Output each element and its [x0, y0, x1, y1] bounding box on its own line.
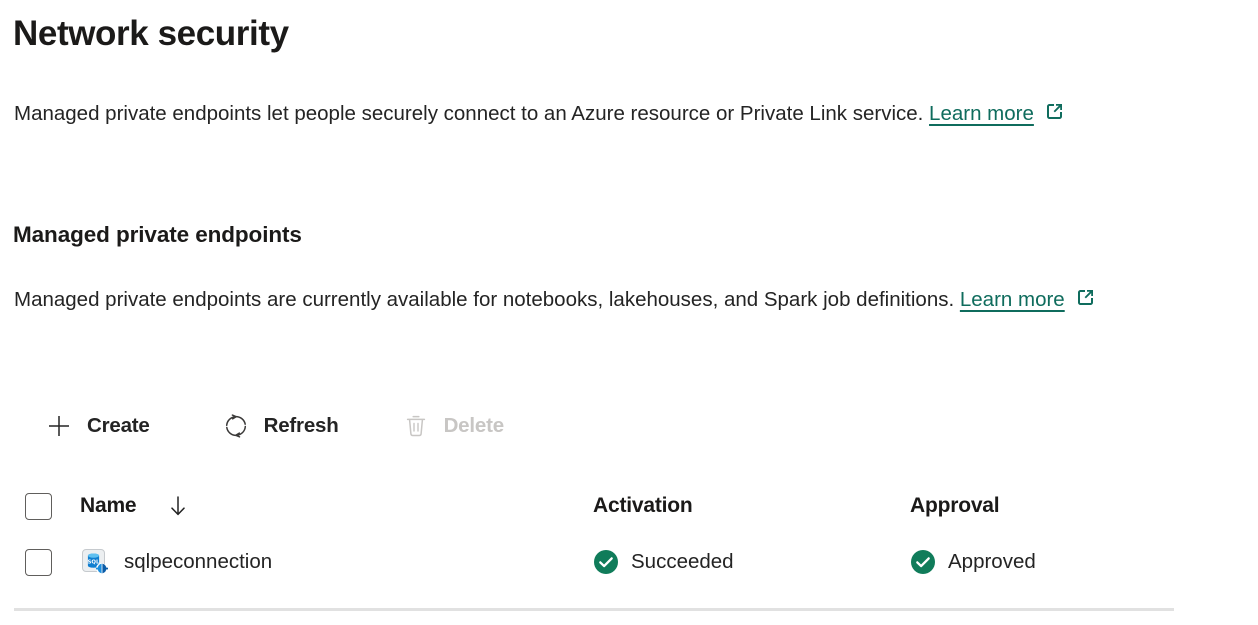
- column-header-activation-label: Activation: [593, 494, 693, 518]
- page-title: Network security: [13, 12, 289, 56]
- row-name-cell: SQL sqlpeconnection: [80, 547, 593, 577]
- row-approval-cell: Approved: [910, 549, 1230, 575]
- table-row[interactable]: SQL sqlpeconnection Succeeded: [0, 534, 1258, 590]
- page-description: Managed private endpoints let people sec…: [14, 93, 1174, 138]
- learn-more-link-top[interactable]: Learn more: [929, 102, 1034, 125]
- row-checkbox[interactable]: [25, 549, 52, 576]
- row-activation-label: Succeeded: [631, 550, 734, 574]
- delete-button-label: Delete: [444, 414, 504, 438]
- column-header-approval[interactable]: Approval: [910, 494, 1230, 518]
- arrow-down-icon[interactable]: [166, 493, 190, 519]
- refresh-button[interactable]: Refresh: [211, 405, 349, 447]
- create-button[interactable]: Create: [34, 405, 160, 447]
- external-link-icon-top[interactable]: [1042, 97, 1068, 138]
- row-approval-label: Approved: [948, 550, 1036, 574]
- checkmark-circle-icon-approval: [910, 549, 936, 575]
- external-link-icon-section[interactable]: [1073, 283, 1099, 324]
- row-name-label: sqlpeconnection: [124, 550, 272, 574]
- delete-button[interactable]: Delete: [391, 405, 514, 447]
- refresh-icon: [221, 411, 251, 441]
- section-description: Managed private endpoints are currently …: [14, 279, 1174, 324]
- select-all-checkbox[interactable]: [25, 493, 52, 520]
- row-select-cell: [0, 549, 80, 576]
- section-title: Managed private endpoints: [13, 219, 302, 251]
- column-header-activation[interactable]: Activation: [593, 494, 910, 518]
- trash-icon: [401, 411, 431, 441]
- select-all-cell: [0, 493, 80, 520]
- row-activation-cell: Succeeded: [593, 549, 910, 575]
- plus-icon: [44, 411, 74, 441]
- page-description-text: Managed private endpoints let people sec…: [14, 102, 929, 125]
- learn-more-link-section[interactable]: Learn more: [960, 288, 1065, 311]
- network-security-page: Network security Managed private endpoin…: [0, 0, 1258, 625]
- create-button-label: Create: [87, 414, 150, 438]
- table-header-row: Name Activation Approval: [0, 478, 1258, 534]
- column-header-approval-label: Approval: [910, 494, 999, 518]
- column-header-name[interactable]: Name: [80, 493, 593, 519]
- azure-sql-private-endpoint-icon: SQL: [80, 547, 110, 577]
- column-header-name-label: Name: [80, 494, 136, 518]
- checkmark-circle-icon-activation: [593, 549, 619, 575]
- managed-private-endpoints-table: Name Activation Approval: [0, 478, 1258, 590]
- table-row-divider: [14, 608, 1174, 611]
- section-description-text: Managed private endpoints are currently …: [14, 288, 960, 311]
- refresh-button-label: Refresh: [264, 414, 339, 438]
- table-toolbar: Create Refresh: [34, 405, 514, 447]
